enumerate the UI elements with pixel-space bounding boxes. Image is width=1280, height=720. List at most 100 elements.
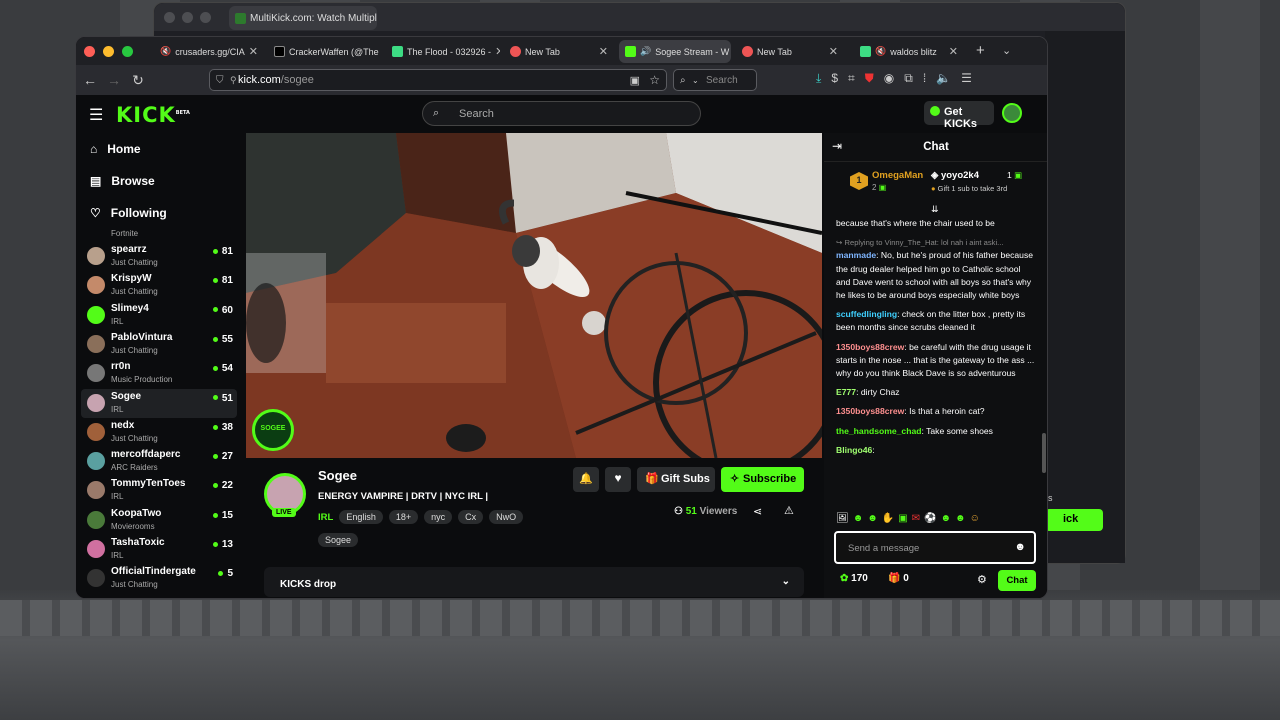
search-engine-chevron-icon[interactable]: ⌄ [692, 76, 699, 85]
emote-icon[interactable]: ☻ [853, 513, 864, 524]
chat-username[interactable]: the_handsome_chad [836, 426, 921, 436]
following-item[interactable]: rr0n Music Production 54 [81, 359, 237, 388]
tab-close-icon[interactable]: ✕ [495, 45, 500, 58]
download-icon[interactable]: ⤓ [816, 71, 821, 86]
chat-username[interactable]: 1350boys88crew [836, 406, 904, 416]
user-avatar[interactable] [1002, 103, 1022, 123]
dollar-extension-icon[interactable]: $ [831, 71, 838, 86]
reload-button[interactable]: ↻ [126, 72, 150, 89]
kicks-drop-panel[interactable]: KICKS drop ⌄ [264, 567, 804, 597]
browser-search-field[interactable]: ⌕ ⌄ Search [673, 69, 757, 91]
speaker-icon[interactable]: 🔇 [160, 46, 171, 57]
site-info-icon[interactable]: ⚲ [230, 75, 237, 86]
emote-icon[interactable]: ✉ [912, 513, 920, 524]
tab-6[interactable]: New Tab ✕ [736, 40, 844, 63]
tab-close-icon[interactable]: ✕ [829, 45, 838, 58]
notification-bell-button[interactable]: 🔔 [573, 467, 599, 492]
back-button[interactable]: ← [78, 72, 102, 88]
get-kicks-button[interactable]: Get KICKs [924, 101, 994, 130]
tab-1[interactable]: 🔇 crusaders.gg/CIA ✕ [154, 40, 262, 63]
chat-scrollbar[interactable] [1042, 433, 1046, 473]
send-chat-button[interactable]: Chat [998, 570, 1036, 591]
speaker-icon[interactable]: 🔊 [640, 46, 651, 57]
shield-icon[interactable]: ⛉ [216, 75, 224, 86]
tab-4[interactable]: New Tab ✕ [504, 40, 614, 63]
chat-settings-gear-icon[interactable]: ⚙ [977, 573, 987, 586]
bg-active-tab[interactable]: MultiKick.com: Watch Multiple S ✕ [229, 6, 377, 30]
following-item[interactable]: nedx Just Chatting 38 [81, 418, 237, 447]
tab-2[interactable]: CrackerWaffen (@The✕ [268, 40, 382, 63]
privacy-badger-icon[interactable]: ◉ [884, 71, 894, 86]
forward-button[interactable]: → [102, 72, 126, 88]
chat-rewards[interactable]: 🎁 0 [888, 573, 909, 584]
chat-username[interactable]: 1350boys88crew [836, 342, 904, 352]
bookmark-star-icon[interactable]: ☆ [649, 73, 660, 87]
kick-logo[interactable]: KICKBETA [116, 103, 190, 127]
subscribe-button[interactable]: ✧ Subscribe [721, 467, 804, 492]
emote-icon[interactable]: ☻ [867, 513, 878, 524]
tab-close-icon[interactable]: ✕ [249, 45, 258, 58]
following-item[interactable]: spearrz Just Chatting 81 [81, 242, 237, 271]
report-icon[interactable]: ⚠ [784, 504, 794, 517]
expand-leaderboard-icon[interactable]: ⇊ [931, 204, 939, 215]
puzzle-extensions-icon[interactable]: ⧉ [904, 71, 913, 86]
tab-7[interactable]: 🔇 waldos blitz ✕ [854, 40, 964, 63]
tag-pill[interactable]: Cx [458, 510, 484, 524]
streamer-name[interactable]: Sogee [318, 468, 357, 483]
new-tab-button[interactable]: + [976, 42, 985, 59]
bg-close-dot[interactable] [164, 11, 175, 23]
nav-home[interactable]: ⌂ Home [76, 133, 238, 165]
tag-pill[interactable]: nyc [424, 510, 453, 524]
category-link[interactable]: IRL [318, 512, 333, 523]
close-window-button[interactable] [84, 45, 95, 57]
leader2[interactable]: ◈ yoyo2k4 [931, 170, 979, 181]
following-item[interactable]: PabloVintura Just Chatting 55 [81, 330, 237, 359]
leader1-name[interactable]: OmegaMan [872, 170, 923, 181]
following-item[interactable]: Slimey4 IRL 60 [81, 301, 237, 330]
following-item[interactable]: Sogee IRL 51 [81, 388, 237, 418]
emote-icon[interactable]: ☻ [955, 513, 966, 524]
chat-username[interactable]: E777 [836, 387, 856, 397]
emote-icon[interactable]: ✋ [882, 513, 894, 524]
gift-subs-button[interactable]: 🎁 Gift Subs [637, 467, 715, 492]
volume-extension-icon[interactable]: 🔈 [936, 71, 951, 86]
following-item[interactable]: KrispyW Just Chatting 81 [81, 271, 237, 300]
kick-search-input[interactable]: ⌕ Search [422, 101, 701, 126]
tag-pill[interactable]: Sogee [318, 533, 359, 547]
following-item[interactable]: TashaToxic IRL 13 [81, 535, 237, 564]
following-item[interactable]: mercoffdaperc ARC Raiders 27 [81, 447, 237, 476]
tab-3[interactable]: The Flood - 032926 -✕ [386, 40, 500, 63]
menu-icon[interactable]: ☰ [961, 71, 972, 86]
speaker-icon[interactable]: 🔇 [875, 46, 886, 57]
emote-icon[interactable]: ⚽ [924, 513, 936, 524]
maximize-window-button[interactable] [122, 45, 133, 57]
follow-button[interactable]: ♥ [605, 467, 631, 492]
chevron-down-icon[interactable]: ⌄ [782, 576, 790, 587]
tag-pill[interactable]: English [339, 510, 383, 524]
tag-pill[interactable]: 18+ [388, 510, 419, 524]
reader-view-icon[interactable]: ▣ [630, 74, 640, 87]
chat-username[interactable]: Blingo46 [836, 445, 872, 455]
nav-browse[interactable]: ▤ Browse [76, 165, 238, 197]
tab-close-icon[interactable]: ✕ [599, 45, 608, 58]
chat-message-input[interactable]: Send a message ☻ [834, 531, 1036, 564]
share-icon[interactable]: ⋖ [753, 505, 762, 518]
bg-min-dot[interactable] [182, 11, 193, 23]
following-item[interactable]: KoopaTwo Movierooms 15 [81, 506, 237, 535]
tab-list-chevron-icon[interactable]: ⌄ [1002, 44, 1011, 57]
nav-following[interactable]: ♡ Following [76, 197, 238, 229]
following-item[interactable]: TommyTenToes IRL 22 [81, 476, 237, 505]
emote-icon[interactable]: ☻ [941, 513, 952, 524]
emote-icon[interactable]: ▣ [898, 513, 907, 524]
browser-window[interactable]: 🔇crusaders.gg/CIA✕ CrackerWaffen (@The✕ … [75, 36, 1048, 599]
bg-side-button[interactable]: ick [1045, 509, 1103, 531]
ublock-icon[interactable]: ⛊ [865, 71, 874, 86]
bg-max-dot[interactable] [200, 11, 211, 23]
emoji-picker-icon[interactable]: ☻ [1014, 541, 1026, 553]
emote-icon[interactable]: 🖼 [836, 513, 849, 524]
grid-extension-icon[interactable]: ⁞ [923, 71, 926, 86]
video-player[interactable]: SOGEE [246, 133, 822, 458]
emote-icon[interactable]: ☺ [970, 513, 980, 524]
url-bar[interactable]: ⛉ ⚲ kick.com/sogee ▣ ☆ [209, 69, 667, 91]
crop-extension-icon[interactable]: ⌗ [848, 71, 855, 86]
